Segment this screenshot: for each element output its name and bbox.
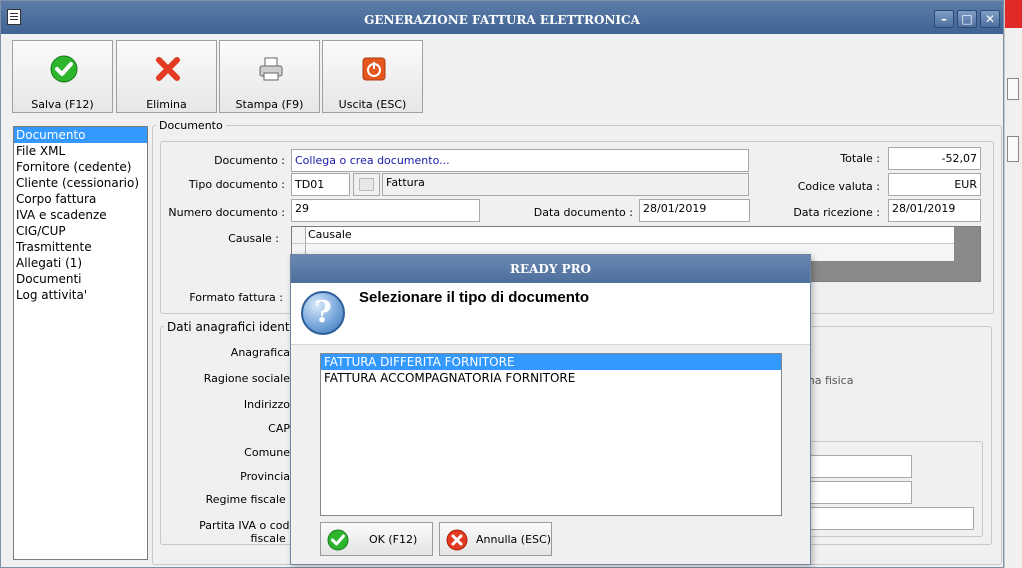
print-button[interactable]: Stampa (F9)	[219, 40, 320, 113]
cancel-icon	[446, 529, 468, 551]
nav-item-corpo-fattura[interactable]: Corpo fattura	[14, 191, 147, 207]
nav-item-iva-scadenze[interactable]: IVA e scadenze	[14, 207, 147, 223]
section-nav: Documento File XML Fornitore (cedente) C…	[13, 126, 148, 560]
tipo-documento-label: Tipo documento :	[188, 178, 285, 191]
documento-link-field[interactable]: Collega o crea documento...	[291, 149, 749, 172]
documento-label: Documento :	[214, 154, 285, 167]
exit-button[interactable]: Uscita (ESC)	[322, 40, 423, 113]
ellipsis-icon	[359, 178, 374, 191]
printer-icon	[259, 57, 283, 81]
provincia-label: Provincia	[240, 470, 290, 483]
nav-item-allegati[interactable]: Allegati (1)	[14, 255, 147, 271]
dialog-message: Selezionare il tipo di documento	[359, 289, 590, 306]
ok-button-label: OK (F12)	[369, 533, 418, 546]
save-button[interactable]: Salva (F12)	[12, 40, 113, 113]
partita-iva-label: Partita IVA o cod. fiscale :	[199, 519, 293, 545]
ok-button[interactable]: OK (F12)	[320, 522, 433, 556]
documento-panel-title: Documento	[156, 119, 226, 132]
minimize-button[interactable]: –	[934, 10, 954, 28]
numero-documento-label: Numero documento :	[168, 206, 285, 219]
totale-field[interactable]: -52,07	[888, 147, 981, 170]
nav-item-log-attivita[interactable]: Log attivita'	[14, 287, 147, 303]
indirizzo-label: Indirizzo	[243, 398, 290, 411]
nav-item-documento[interactable]: Documento	[14, 127, 147, 143]
anagrafica-label: Anagrafica	[230, 346, 290, 359]
delete-button[interactable]: Elimina	[116, 40, 217, 113]
data-ricezione-label: Data ricezione :	[793, 206, 880, 219]
data-ricezione-field[interactable]: 28/01/2019	[888, 199, 981, 222]
comune-label: Comune	[244, 446, 290, 459]
data-documento-label: Data documento :	[533, 206, 633, 219]
select-document-type-dialog: READY PRO ? Selezionare il tipo di docum…	[290, 254, 811, 565]
check-icon	[50, 55, 78, 83]
nav-item-cig-cup[interactable]: CIG/CUP	[14, 223, 147, 239]
comune-field[interactable]	[801, 455, 912, 478]
causale-grid-header: Causale	[292, 227, 954, 244]
numero-documento-field[interactable]: 29	[291, 199, 480, 222]
codice-valuta-field[interactable]: EUR	[888, 173, 981, 196]
window-title: GENERAZIONE FATTURA ELETTRONICA	[364, 13, 640, 27]
dialog-header: ? Selezionare il tipo di documento	[291, 283, 810, 345]
tipo-documento-desc-field: Fattura	[382, 173, 749, 196]
background-control	[1007, 78, 1019, 100]
cap-label: CAP	[268, 422, 290, 435]
totale-label: Totale :	[840, 152, 880, 165]
cancel-button[interactable]: Annulla (ESC)	[439, 522, 552, 556]
exit-label: Uscita (ESC)	[338, 98, 407, 111]
causale-label: Causale :	[228, 232, 279, 245]
tipo-documento-lookup-button[interactable]	[353, 173, 380, 196]
provincia-field[interactable]	[801, 481, 912, 504]
nav-item-documenti[interactable]: Documenti	[14, 271, 147, 287]
nav-item-cliente[interactable]: Cliente (cessionario)	[14, 175, 147, 191]
power-icon	[362, 57, 386, 81]
delete-label: Elimina	[146, 98, 187, 111]
print-label: Stampa (F9)	[235, 98, 304, 111]
background-red-bar	[1005, 0, 1022, 28]
list-item-fattura-differita[interactable]: FATTURA DIFFERITA FORNITORE	[321, 354, 781, 370]
cancel-button-label: Annulla (ESC)	[476, 533, 551, 546]
x-icon	[156, 57, 180, 81]
tipo-documento-code-field[interactable]: TD01	[291, 173, 350, 196]
row-header-cell	[292, 227, 306, 243]
question-icon: ?	[301, 291, 345, 335]
maximize-button[interactable]: □	[957, 10, 977, 28]
background-window-edge	[1004, 0, 1022, 568]
dialog-title[interactable]: READY PRO	[291, 255, 810, 283]
causale-column-header[interactable]: Causale	[308, 228, 352, 241]
partita-iva-field[interactable]	[801, 507, 974, 530]
check-icon	[327, 529, 349, 551]
title-bar[interactable]: GENERAZIONE FATTURA ELETTRONICA – □ ✕	[1, 1, 1003, 34]
close-button[interactable]: ✕	[980, 10, 1000, 28]
anagrafici-group-title: Dati anagrafici identifi	[164, 320, 304, 334]
ragione-sociale-label: Ragione sociale	[203, 372, 290, 385]
save-label: Salva (F12)	[31, 98, 94, 111]
data-documento-field[interactable]: 28/01/2019	[639, 199, 750, 222]
formato-fattura-label: Formato fattura :	[189, 291, 283, 304]
nav-item-fornitore[interactable]: Fornitore (cedente)	[14, 159, 147, 175]
codice-valuta-label: Codice valuta :	[797, 180, 880, 193]
regime-fiscale-label: Regime fiscale :	[205, 493, 293, 506]
nav-item-file-xml[interactable]: File XML	[14, 143, 147, 159]
nav-item-trasmittente[interactable]: Trasmittente	[14, 239, 147, 255]
document-type-list[interactable]: FATTURA DIFFERITA FORNITORE FATTURA ACCO…	[320, 353, 782, 516]
background-control	[1007, 136, 1019, 162]
list-item-fattura-accompagnatoria[interactable]: FATTURA ACCOMPAGNATORIA FORNITORE	[321, 370, 781, 386]
